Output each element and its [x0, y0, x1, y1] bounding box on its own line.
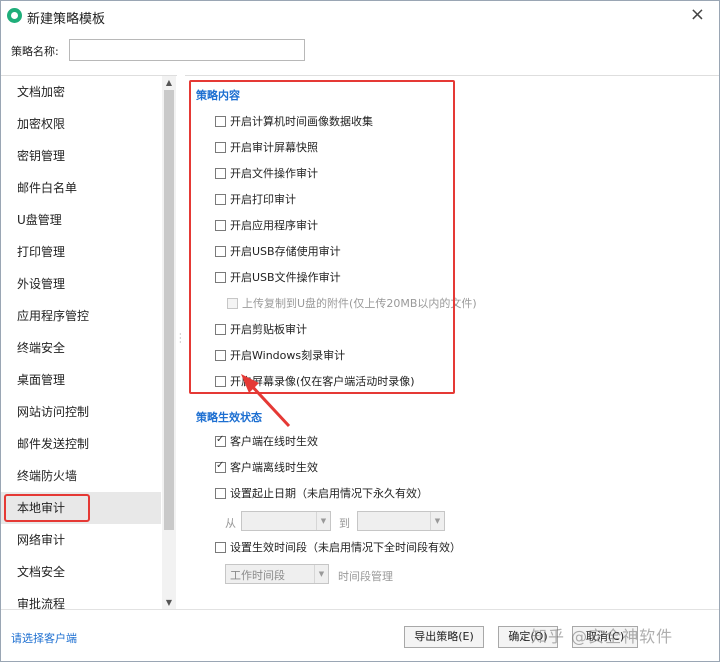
policy-content-title: 策略内容: [196, 89, 240, 102]
policy-content-checkbox[interactable]: 开启审计屏幕快照: [215, 139, 318, 155]
nav-item[interactable]: 网站访问控制: [1, 396, 161, 428]
checkbox-label: 开启USB存储使用审计: [230, 245, 341, 258]
export-policy-button[interactable]: 导出策略(E): [404, 626, 484, 648]
time-period-manage-link[interactable]: 时间段管理: [338, 568, 393, 584]
chevron-down-icon: ▼: [430, 512, 444, 530]
checkbox-box: [215, 115, 226, 127]
checkbox-box: [215, 167, 226, 179]
time-period-select[interactable]: 工作时间段 ▼: [225, 564, 329, 584]
checkbox-box: [215, 487, 226, 499]
nav-item[interactable]: 本地审计: [1, 492, 161, 524]
nav-item[interactable]: 密钥管理: [1, 140, 161, 172]
panel-splitter[interactable]: · · ·: [177, 75, 185, 609]
checkbox-box: [215, 460, 226, 473]
policy-content-checkbox[interactable]: 开启剪贴板审计: [215, 321, 307, 337]
start-date-picker[interactable]: ▼: [241, 511, 331, 531]
checkbox-box: [215, 141, 226, 153]
checkbox-label: 开启文件操作审计: [230, 167, 318, 180]
dialog-window: 新建策略模板 × 策略名称: 文档加密 加密权限 密钥管理 邮件白名单 U盘管理 打印管理…: [0, 0, 720, 662]
checkbox-label: 上传复制到U盘的附件(仅上传20MB以内的文件): [242, 297, 477, 310]
close-icon[interactable]: ×: [690, 4, 705, 26]
checkbox-box: [215, 271, 226, 283]
checkbox-box: [227, 297, 238, 309]
dialog-title: 新建策略模板: [27, 12, 106, 27]
checkbox-box: [215, 434, 226, 447]
policy-name-label: 策略名称:: [11, 45, 59, 58]
checkbox-label: 开启USB文件操作审计: [230, 271, 341, 284]
checkbox-label: 开启审计屏幕快照: [230, 141, 318, 154]
time-range-checkbox[interactable]: 设置生效时间段（未启用情况下全时间段有效）: [215, 539, 461, 555]
grip-icon: · · ·: [179, 330, 182, 347]
chevron-down-icon[interactable]: ▼: [162, 596, 176, 610]
dialog-footer: 请选择客户端 导出策略(E) 确定(O) 取消(C): [1, 609, 719, 661]
checkbox-box: [215, 245, 226, 257]
policy-content-checkbox[interactable]: 开启USB文件操作审计: [215, 269, 341, 285]
checkbox-label: 开启Windows刻录审计: [230, 349, 346, 362]
nav-scrollbar[interactable]: ▲ ▼: [162, 76, 176, 610]
offline-effective-checkbox[interactable]: 客户端离线时生效: [215, 459, 318, 475]
title-bar: 新建策略模板 ×: [1, 1, 719, 31]
settings-panel: 策略内容 策略生效状态 客户端在线时生效 客户端离线时生效 设置起止日期（未启用…: [185, 75, 719, 609]
effective-state-title: 策略生效状态: [196, 411, 262, 424]
nav-item[interactable]: 终端安全: [1, 332, 161, 364]
nav-item[interactable]: 终端防火墙: [1, 460, 161, 492]
policy-content-checkbox: 上传复制到U盘的附件(仅上传20MB以内的文件): [227, 295, 477, 311]
nav-item[interactable]: 加密权限: [1, 108, 161, 140]
nav-item[interactable]: 网络审计: [1, 524, 161, 556]
checkbox-label: 开启剪贴板审计: [230, 323, 307, 336]
category-nav: 文档加密 加密权限 密钥管理 邮件白名单 U盘管理 打印管理 外设管理 应用程序管控 终端安全桌…: [1, 75, 177, 611]
policy-content-checkbox[interactable]: 开启打印审计: [215, 191, 296, 207]
chevron-down-icon: ▼: [316, 512, 330, 530]
ok-button[interactable]: 确定(O): [498, 626, 558, 648]
policy-content-checkbox[interactable]: 开启应用程序审计: [215, 217, 318, 233]
checkbox-label: 客户端离线时生效: [230, 461, 318, 474]
checkbox-label: 开启屏幕录像(仅在客户端活动时录像): [230, 375, 415, 388]
nav-item[interactable]: 文档安全: [1, 556, 161, 588]
checkbox-label: 开启打印审计: [230, 193, 296, 206]
nav-item[interactable]: U盘管理: [1, 204, 161, 236]
nav-item[interactable]: 邮件发送控制: [1, 428, 161, 460]
checkbox-label: 设置生效时间段（未启用情况下全时间段有效）: [230, 541, 461, 554]
to-label: 到: [339, 517, 350, 530]
nav-item[interactable]: 邮件白名单: [1, 172, 161, 204]
nav-item[interactable]: 打印管理: [1, 236, 161, 268]
chevron-down-icon: ▼: [314, 565, 328, 583]
policy-content-checkbox[interactable]: 开启文件操作审计: [215, 165, 318, 181]
from-label: 从: [225, 517, 236, 530]
scrollbar-thumb[interactable]: [164, 90, 174, 530]
policy-name-input[interactable]: [69, 39, 305, 61]
cancel-button[interactable]: 取消(C): [572, 626, 638, 648]
policy-content-checkbox[interactable]: 开启计算机时间画像数据收集: [215, 113, 373, 129]
policy-content-checkbox[interactable]: 开启屏幕录像(仅在客户端活动时录像): [215, 373, 415, 389]
checkbox-box: [215, 219, 226, 231]
nav-item[interactable]: 外设管理: [1, 268, 161, 300]
checkbox-box: [215, 541, 226, 553]
online-effective-checkbox[interactable]: 客户端在线时生效: [215, 433, 318, 449]
checkbox-label: 开启计算机时间画像数据收集: [230, 115, 373, 128]
nav-item[interactable]: 文档加密: [1, 76, 161, 108]
select-client-link[interactable]: 请选择客户端: [11, 630, 77, 646]
nav-item[interactable]: 桌面管理: [1, 364, 161, 396]
policy-content-checkbox[interactable]: 开启USB存储使用审计: [215, 243, 341, 259]
checkbox-box: [215, 349, 226, 361]
date-range-checkbox[interactable]: 设置起止日期（未启用情况下永久有效）: [215, 485, 428, 501]
checkbox-label: 客户端在线时生效: [230, 435, 318, 448]
end-date-picker[interactable]: ▼: [357, 511, 445, 531]
select-value: 工作时间段: [230, 569, 285, 582]
checkbox-box: [215, 375, 226, 387]
chevron-up-icon[interactable]: ▲: [162, 76, 176, 90]
checkbox-label: 设置起止日期（未启用情况下永久有效）: [230, 487, 428, 500]
checkbox-label: 开启应用程序审计: [230, 219, 318, 232]
checkbox-box: [215, 323, 226, 335]
nav-item[interactable]: 应用程序管控: [1, 300, 161, 332]
policy-content-checkbox[interactable]: 开启Windows刻录审计: [215, 347, 345, 363]
app-logo-icon: [7, 8, 22, 23]
checkbox-box: [215, 193, 226, 205]
